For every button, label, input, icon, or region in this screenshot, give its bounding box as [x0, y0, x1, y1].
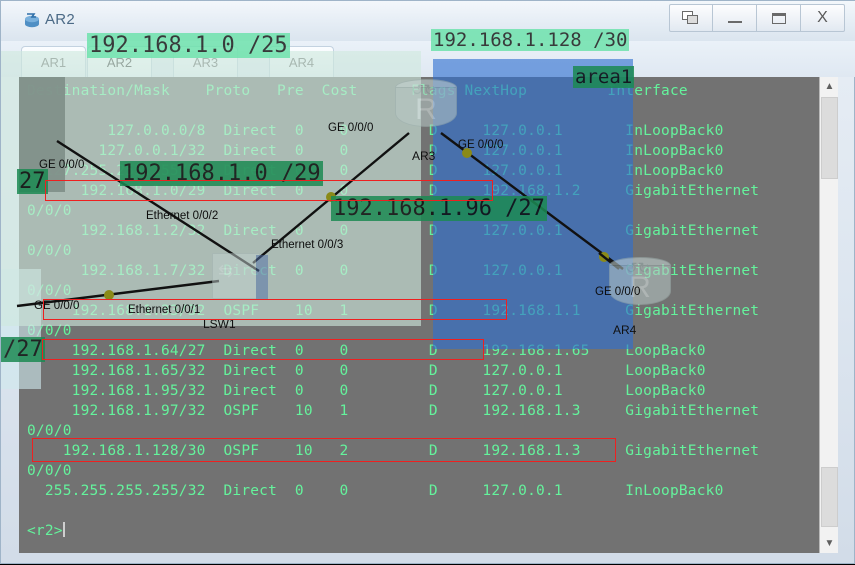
terminal-output-panel[interactable]: Destination/Mask Proto Pre Cost Flags Ne… [19, 77, 838, 553]
scroll-up-icon[interactable]: ▲ [820, 77, 838, 96]
close-button[interactable]: X [801, 4, 845, 32]
tab-strip: AR1 AR2 AR3 AR4 [1, 41, 855, 77]
window-title: AR2 [45, 11, 75, 28]
tab-ar2[interactable]: AR2 [87, 46, 152, 77]
black-overlay-strip [19, 77, 65, 192]
tab-ar1[interactable]: AR1 [21, 46, 86, 77]
vertical-scrollbar[interactable]: ▲ ▼ [819, 77, 838, 553]
minimize-button[interactable] [713, 4, 757, 32]
restore-icon [682, 11, 700, 26]
tab-label: AR3 [193, 55, 218, 70]
tab-ar3[interactable]: AR3 [173, 46, 238, 77]
text-cursor [63, 522, 65, 537]
maximize-icon [772, 13, 786, 24]
terminal-text: Destination/Mask Proto Pre Cost Flags Ne… [19, 77, 819, 553]
tab-label: AR4 [289, 55, 314, 70]
restore-button[interactable] [669, 4, 713, 32]
scrollbar-thumb[interactable] [821, 97, 838, 179]
maximize-button[interactable] [757, 4, 801, 32]
tab-label: AR1 [41, 55, 66, 70]
title-bar: AR2 X [1, 1, 855, 41]
close-icon: X [817, 9, 828, 27]
tab-ar4[interactable]: AR4 [269, 46, 334, 77]
scrollbar-thumb-lower[interactable] [821, 467, 838, 527]
router-app-icon [23, 12, 41, 30]
tab-label: AR2 [107, 55, 132, 70]
minimize-icon [728, 21, 742, 23]
router-cli-window: AR2 X AR1 AR2 AR3 AR4 Destination/Mask P… [0, 0, 855, 564]
scroll-down-icon[interactable]: ▼ [820, 534, 838, 553]
